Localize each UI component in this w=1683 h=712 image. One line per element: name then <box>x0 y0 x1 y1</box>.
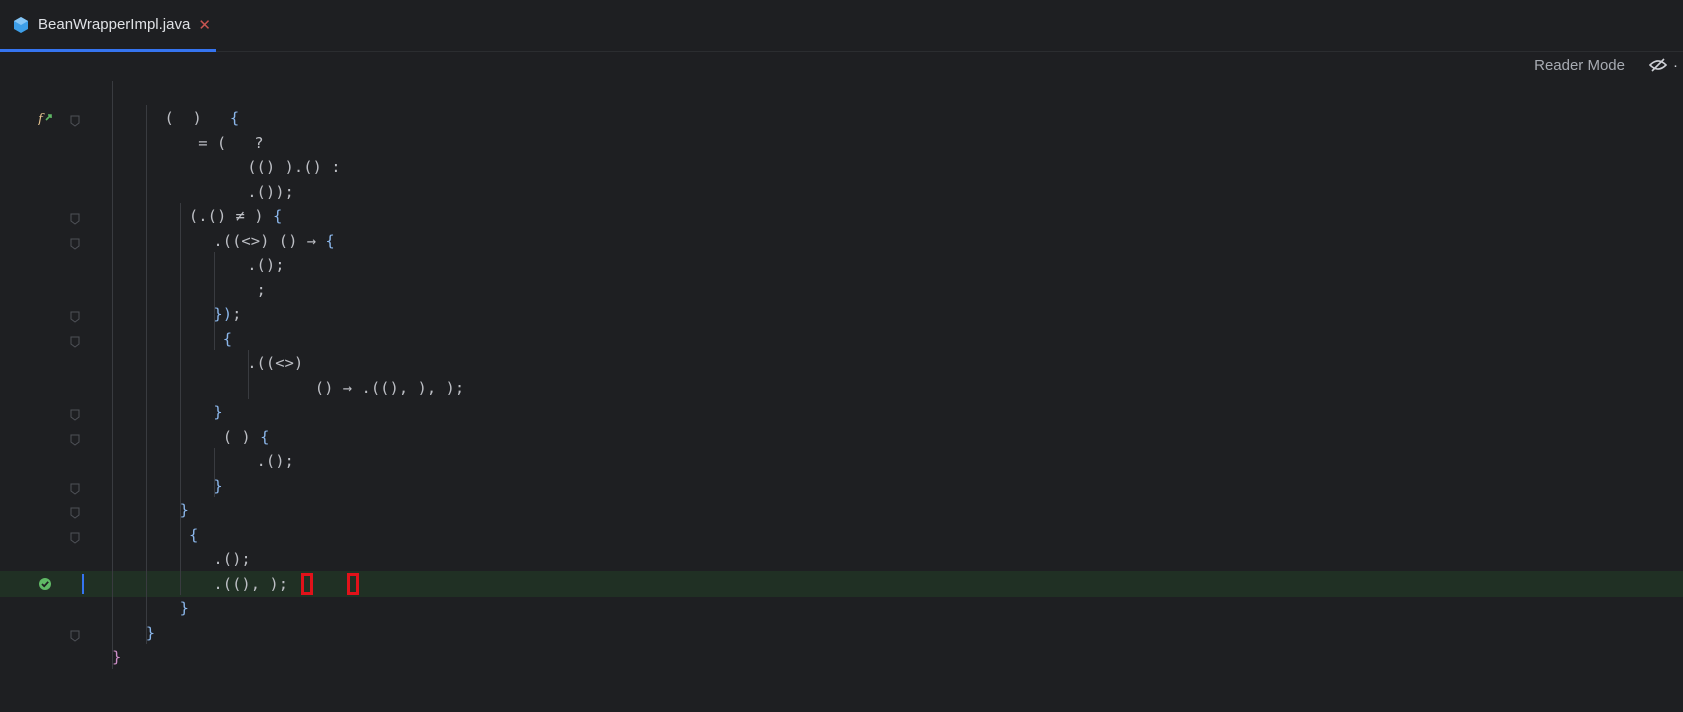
highlight-box-value <box>300 572 313 595</box>
code-line-325[interactable]: } <box>0 399 1683 425</box>
code-text: }); <box>213 305 242 323</box>
override-lambda-icon[interactable]: f <box>37 110 52 127</box>
code-line-321[interactable]: }); <box>0 301 1683 327</box>
code-text: .(); <box>213 550 251 568</box>
code-text: .()); <box>247 182 313 201</box>
code-line-324[interactable]: () → .((), ), ); <box>0 375 1683 401</box>
code-line-334[interactable]: } <box>0 620 1683 646</box>
code-line-317[interactable]: (.() ≠ ) { <box>0 203 1683 229</box>
tab-beanwrapperimpl[interactable]: BeanWrapperImpl.java ✕ <box>0 0 216 52</box>
code-text: (.() ≠ ) { <box>179 207 283 225</box>
fold-marker-icon[interactable] <box>70 529 80 544</box>
code-line-332[interactable]: .((), ); <box>0 570 1683 597</box>
fold-marker-icon[interactable] <box>70 333 80 348</box>
code-text: () → .((), ), ); <box>314 378 465 397</box>
code-text: (() ).() : <box>247 158 341 176</box>
code-text: } <box>213 403 223 421</box>
text-caret <box>82 573 84 594</box>
code-line-315[interactable]: (() ).() : <box>0 154 1683 180</box>
code-text: = ( ? <box>188 133 283 152</box>
code-line-323[interactable]: .((<>) <box>0 350 1683 376</box>
code-line-322[interactable]: { <box>0 326 1683 352</box>
code-text: { <box>222 329 233 348</box>
code-line-333[interactable]: } <box>0 595 1683 621</box>
fold-marker-icon[interactable] <box>70 112 80 127</box>
fold-marker-icon[interactable] <box>70 480 80 495</box>
code-line-328[interactable]: } <box>0 473 1683 499</box>
code-text: ( ) { <box>213 427 270 446</box>
code-line-311[interactable] <box>0 56 1683 82</box>
indent-guide <box>248 350 249 399</box>
code-text: .((<>) () → { <box>213 231 335 250</box>
code-line-329[interactable]: } <box>0 497 1683 523</box>
indent-guide <box>214 448 215 497</box>
code-line-327[interactable]: .(); <box>0 448 1683 474</box>
editor-tab-bar: BeanWrapperImpl.java ✕ <box>0 0 1683 52</box>
java-file-icon <box>14 16 28 33</box>
indent-guide <box>146 105 147 644</box>
code-line-316[interactable]: .()); <box>0 179 1683 205</box>
code-line-319[interactable]: .(); <box>0 252 1683 278</box>
svg-text:f: f <box>38 112 45 125</box>
code-editor[interactable]: ( ) { = ( ? (() ).() : .()); (.() ≠ ) { .(… <box>0 52 1683 712</box>
indent-guide <box>180 203 181 595</box>
code-text: .(); <box>247 256 285 274</box>
code-text: .((<>) <box>247 354 304 372</box>
code-text: .(); <box>256 452 294 470</box>
code-line-330[interactable]: { <box>0 522 1683 548</box>
code-line-318[interactable]: .((<>) () → { <box>0 228 1683 254</box>
close-tab-icon[interactable]: ✕ <box>198 16 211 34</box>
code-text: } <box>112 648 122 666</box>
fold-marker-icon[interactable] <box>70 308 80 323</box>
fold-marker-icon[interactable] <box>70 406 80 421</box>
code-line-313[interactable]: ( ) { <box>0 105 1683 131</box>
breakpoint-check-icon[interactable] <box>38 576 52 590</box>
code-text: .((), ); <box>213 574 307 593</box>
code-text: } <box>145 623 156 642</box>
code-text: ( ) { <box>164 109 240 127</box>
code-line-312[interactable] <box>0 81 1683 107</box>
code-line-314[interactable]: = ( ? <box>0 130 1683 156</box>
indent-guide <box>214 252 215 350</box>
code-text: { <box>188 525 199 544</box>
fold-marker-icon[interactable] <box>70 210 80 225</box>
tab-label: BeanWrapperImpl.java <box>38 16 191 33</box>
fold-marker-icon[interactable] <box>70 431 80 446</box>
fold-marker-icon[interactable] <box>70 235 80 250</box>
code-line-331[interactable]: .(); <box>0 546 1683 572</box>
indent-guide <box>112 80 113 669</box>
fold-marker-icon[interactable] <box>70 504 80 519</box>
fold-marker-icon[interactable] <box>70 627 80 642</box>
highlight-box-setid <box>347 572 360 595</box>
code-text: } <box>179 599 189 617</box>
code-line-320[interactable]: ; <box>0 277 1683 303</box>
code-text: ; <box>256 280 266 299</box>
code-line-335[interactable]: } <box>0 644 1683 670</box>
code-line-326[interactable]: ( ) { <box>0 424 1683 450</box>
